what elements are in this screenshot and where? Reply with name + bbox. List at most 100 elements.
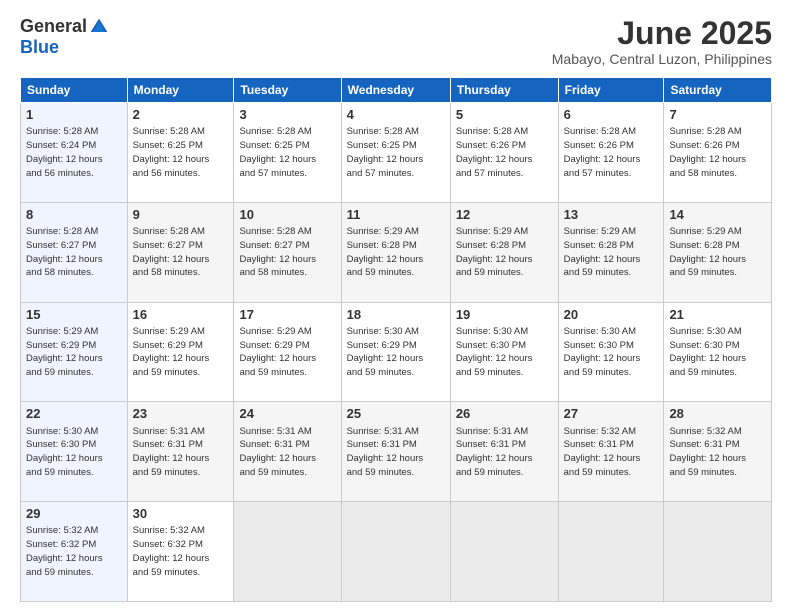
calendar-cell: 29Sunrise: 5:32 AM Sunset: 6:32 PM Dayli… [21,502,128,602]
calendar-cell: 14Sunrise: 5:29 AM Sunset: 6:28 PM Dayli… [664,202,772,302]
day-number: 17 [239,306,335,324]
day-info: Sunrise: 5:28 AM Sunset: 6:26 PM Dayligh… [564,125,659,180]
day-info: Sunrise: 5:28 AM Sunset: 6:26 PM Dayligh… [669,125,766,180]
day-info: Sunrise: 5:31 AM Sunset: 6:31 PM Dayligh… [456,425,553,480]
day-number: 25 [347,405,445,423]
calendar-cell: 9Sunrise: 5:28 AM Sunset: 6:27 PM Daylig… [127,202,234,302]
logo-icon [89,17,109,37]
calendar-cell: 10Sunrise: 5:28 AM Sunset: 6:27 PM Dayli… [234,202,341,302]
calendar-week-1: 1Sunrise: 5:28 AM Sunset: 6:24 PM Daylig… [21,103,772,203]
calendar-cell [558,502,664,602]
day-info: Sunrise: 5:29 AM Sunset: 6:28 PM Dayligh… [669,225,766,280]
day-info: Sunrise: 5:32 AM Sunset: 6:31 PM Dayligh… [564,425,659,480]
day-number: 27 [564,405,659,423]
calendar-cell: 18Sunrise: 5:30 AM Sunset: 6:29 PM Dayli… [341,302,450,402]
day-info: Sunrise: 5:28 AM Sunset: 6:26 PM Dayligh… [456,125,553,180]
day-info: Sunrise: 5:31 AM Sunset: 6:31 PM Dayligh… [347,425,445,480]
day-info: Sunrise: 5:32 AM Sunset: 6:32 PM Dayligh… [26,524,122,579]
day-info: Sunrise: 5:28 AM Sunset: 6:27 PM Dayligh… [26,225,122,280]
day-number: 22 [26,405,122,423]
day-number: 18 [347,306,445,324]
day-info: Sunrise: 5:30 AM Sunset: 6:30 PM Dayligh… [26,425,122,480]
day-info: Sunrise: 5:29 AM Sunset: 6:29 PM Dayligh… [133,325,229,380]
calendar-cell [234,502,341,602]
day-number: 15 [26,306,122,324]
calendar-cell [664,502,772,602]
day-number: 20 [564,306,659,324]
calendar-cell: 16Sunrise: 5:29 AM Sunset: 6:29 PM Dayli… [127,302,234,402]
calendar-cell: 23Sunrise: 5:31 AM Sunset: 6:31 PM Dayli… [127,402,234,502]
day-info: Sunrise: 5:30 AM Sunset: 6:29 PM Dayligh… [347,325,445,380]
day-number: 13 [564,206,659,224]
calendar-header-row: SundayMondayTuesdayWednesdayThursdayFrid… [21,78,772,103]
day-info: Sunrise: 5:28 AM Sunset: 6:27 PM Dayligh… [239,225,335,280]
calendar-cell: 27 Sunrise: 5:32 AM Sunset: 6:31 PM Dayli… [558,402,664,502]
calendar-week-4: 22 Sunrise: 5:30 AM Sunset: 6:30 PM Dayli… [21,402,772,502]
calendar-cell: 11Sunrise: 5:29 AM Sunset: 6:28 PM Dayli… [341,202,450,302]
calendar-cell: 4Sunrise: 5:28 AM Sunset: 6:25 PM Daylig… [341,103,450,203]
day-number: 24 [239,405,335,423]
calendar-cell: 20Sunrise: 5:30 AM Sunset: 6:30 PM Dayli… [558,302,664,402]
day-info: Sunrise: 5:28 AM Sunset: 6:25 PM Dayligh… [347,125,445,180]
calendar: SundayMondayTuesdayWednesdayThursdayFrid… [20,77,772,602]
location: Mabayo, Central Luzon, Philippines [552,51,772,67]
calendar-header-monday: Monday [127,78,234,103]
calendar-header-friday: Friday [558,78,664,103]
calendar-cell: 5Sunrise: 5:28 AM Sunset: 6:26 PM Daylig… [450,103,558,203]
day-number: 4 [347,106,445,124]
calendar-cell: 26 Sunrise: 5:31 AM Sunset: 6:31 PM Dayli… [450,402,558,502]
calendar-cell [450,502,558,602]
day-number: 16 [133,306,229,324]
calendar-cell: 6Sunrise: 5:28 AM Sunset: 6:26 PM Daylig… [558,103,664,203]
calendar-cell: 17Sunrise: 5:29 AM Sunset: 6:29 PM Dayli… [234,302,341,402]
day-info: Sunrise: 5:28 AM Sunset: 6:24 PM Dayligh… [26,125,122,180]
day-number: 23 [133,405,229,423]
day-info: Sunrise: 5:28 AM Sunset: 6:25 PM Dayligh… [239,125,335,180]
day-info: Sunrise: 5:29 AM Sunset: 6:28 PM Dayligh… [456,225,553,280]
calendar-cell: 3Sunrise: 5:28 AM Sunset: 6:25 PM Daylig… [234,103,341,203]
calendar-cell: 22 Sunrise: 5:30 AM Sunset: 6:30 PM Dayli… [21,402,128,502]
calendar-week-2: 8Sunrise: 5:28 AM Sunset: 6:27 PM Daylig… [21,202,772,302]
day-number: 21 [669,306,766,324]
day-info: Sunrise: 5:30 AM Sunset: 6:30 PM Dayligh… [669,325,766,380]
calendar-cell: 13Sunrise: 5:29 AM Sunset: 6:28 PM Dayli… [558,202,664,302]
day-number: 30 [133,505,229,523]
day-number: 11 [347,206,445,224]
day-number: 6 [564,106,659,124]
calendar-cell: 25 Sunrise: 5:31 AM Sunset: 6:31 PM Dayli… [341,402,450,502]
day-info: Sunrise: 5:30 AM Sunset: 6:30 PM Dayligh… [456,325,553,380]
page: General Blue June 2025 Mabayo, Central L… [0,0,792,612]
day-number: 5 [456,106,553,124]
day-number: 26 [456,405,553,423]
day-number: 29 [26,505,122,523]
day-info: Sunrise: 5:31 AM Sunset: 6:31 PM Dayligh… [239,425,335,480]
day-info: Sunrise: 5:29 AM Sunset: 6:28 PM Dayligh… [347,225,445,280]
calendar-cell [341,502,450,602]
day-number: 8 [26,206,122,224]
day-number: 1 [26,106,122,124]
calendar-header-sunday: Sunday [21,78,128,103]
day-number: 19 [456,306,553,324]
calendar-cell: 30Sunrise: 5:32 AM Sunset: 6:32 PM Dayli… [127,502,234,602]
month-title: June 2025 [552,16,772,51]
day-number: 12 [456,206,553,224]
day-info: Sunrise: 5:30 AM Sunset: 6:30 PM Dayligh… [564,325,659,380]
calendar-week-5: 29Sunrise: 5:32 AM Sunset: 6:32 PM Dayli… [21,502,772,602]
logo: General Blue [20,16,109,58]
calendar-cell: 7Sunrise: 5:28 AM Sunset: 6:26 PM Daylig… [664,103,772,203]
header: General Blue June 2025 Mabayo, Central L… [20,16,772,67]
day-number: 28 [669,405,766,423]
calendar-cell: 28Sunrise: 5:32 AM Sunset: 6:31 PM Dayli… [664,402,772,502]
calendar-header-wednesday: Wednesday [341,78,450,103]
day-info: Sunrise: 5:32 AM Sunset: 6:32 PM Dayligh… [133,524,229,579]
day-info: Sunrise: 5:29 AM Sunset: 6:29 PM Dayligh… [239,325,335,380]
day-info: Sunrise: 5:29 AM Sunset: 6:28 PM Dayligh… [564,225,659,280]
calendar-cell: 8Sunrise: 5:28 AM Sunset: 6:27 PM Daylig… [21,202,128,302]
title-block: June 2025 Mabayo, Central Luzon, Philipp… [552,16,772,67]
calendar-cell: 21Sunrise: 5:30 AM Sunset: 6:30 PM Dayli… [664,302,772,402]
day-number: 10 [239,206,335,224]
calendar-header-saturday: Saturday [664,78,772,103]
calendar-cell: 24 Sunrise: 5:31 AM Sunset: 6:31 PM Dayli… [234,402,341,502]
day-info: Sunrise: 5:29 AM Sunset: 6:29 PM Dayligh… [26,325,122,380]
day-number: 14 [669,206,766,224]
